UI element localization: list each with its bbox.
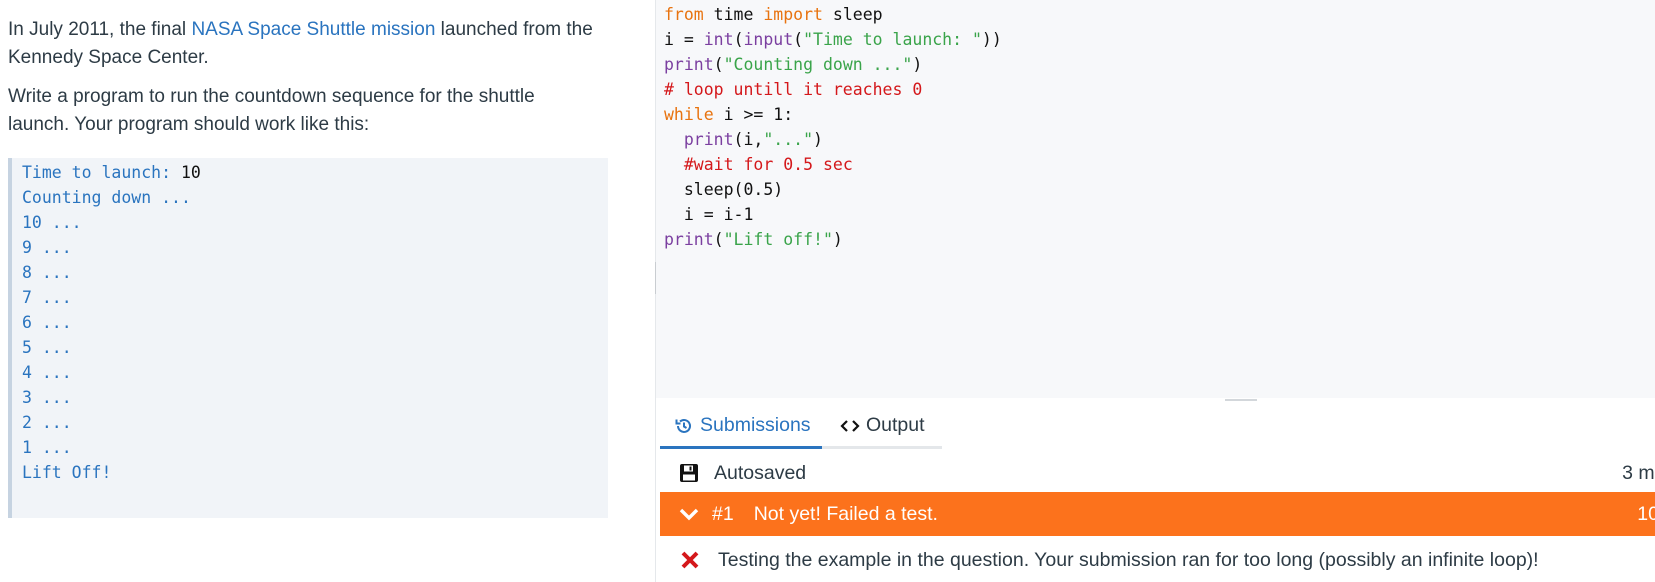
example-line: 10 ... <box>22 213 82 232</box>
example-line: 8 ... <box>22 263 72 282</box>
code-editor[interactable]: from time import sleep i = int(input("Ti… <box>656 0 1655 398</box>
example-line: 9 ... <box>22 238 72 257</box>
code-token: ) <box>912 55 923 74</box>
test-result-row: Testing the example in the question. You… <box>660 538 1655 582</box>
example-line: 4 ... <box>22 363 72 382</box>
code-token: int <box>703 30 734 49</box>
code-token: import <box>763 5 823 24</box>
code-token: #wait for 0.5 sec <box>683 155 853 174</box>
code-line[interactable]: i = int(input("Time to launch: ")) <box>664 27 1002 52</box>
history-icon <box>674 416 694 436</box>
tab-output[interactable]: Output <box>822 405 942 449</box>
code-token: print <box>664 55 714 74</box>
example-input-value: 10 <box>180 163 201 182</box>
code-line[interactable]: sleep(0.5) <box>664 177 783 202</box>
question-instructions: Write a program to run the countdown seq… <box>8 86 535 135</box>
panel-resize-handle[interactable] <box>1225 399 1257 401</box>
autosaved-row: Autosaved 3 mi <box>660 452 1655 494</box>
code-token: time <box>703 5 764 24</box>
code-icon <box>840 416 860 436</box>
code-line[interactable]: from time import sleep <box>664 2 883 27</box>
test-result-text: Testing the example in the question. You… <box>718 548 1539 571</box>
example-line: 7 ... <box>22 288 72 307</box>
save-icon <box>678 462 700 484</box>
submission-status: Not yet! Failed a test. <box>753 502 938 525</box>
example-line: 6 ... <box>22 313 72 332</box>
example-prompt: Time to launch: <box>22 163 181 182</box>
code-line[interactable]: while i >= 1: <box>664 102 793 127</box>
code-line[interactable]: # loop untill it reaches 0 <box>664 77 922 102</box>
example-prompt-line: Time to launch: 10 <box>22 160 201 185</box>
tab-submissions[interactable]: Submissions <box>660 405 822 449</box>
tab-output-label: Output <box>866 414 925 436</box>
code-token: print <box>664 230 714 249</box>
code-token: # loop untill it reaches 0 <box>664 80 923 99</box>
code-token: ) <box>813 130 823 149</box>
code-token: while <box>664 105 714 124</box>
code-token: sleep <box>822 5 883 24</box>
code-token: ) <box>832 230 843 249</box>
submission-item-failed[interactable]: #1 Not yet! Failed a test. 10 <box>660 492 1655 536</box>
code-token: ( <box>713 230 724 249</box>
code-token: "Time to launch: " <box>803 30 982 49</box>
code-token: i >= 1: <box>713 105 794 124</box>
code-token: i = <box>664 30 704 49</box>
code-token: )) <box>981 30 1002 49</box>
example-output-box: Time to launch: 10 Counting down ... 10 … <box>8 158 608 518</box>
intro-text-start: In July 2011, the final <box>8 19 192 40</box>
example-line: 1 ... <box>22 438 72 457</box>
code-line[interactable]: #wait for 0.5 sec <box>664 152 853 177</box>
autosaved-time: 3 mi <box>1622 461 1655 484</box>
tab-submissions-label: Submissions <box>700 414 811 436</box>
code-line[interactable]: print(i,"...") <box>664 127 823 152</box>
nasa-shuttle-link[interactable]: NASA Space Shuttle mission <box>191 19 435 40</box>
code-token: from <box>664 5 704 24</box>
code-token: "..." <box>763 130 814 149</box>
submission-time: 10 <box>1637 502 1655 525</box>
code-token: input <box>743 30 794 49</box>
code-token: "Counting down ..." <box>723 55 913 74</box>
example-line: Lift Off! <box>22 463 112 482</box>
chevron-down-icon[interactable] <box>678 503 700 525</box>
question-intro: In July 2011, the final NASA Space Shutt… <box>8 16 598 72</box>
code-token: ( <box>733 30 744 49</box>
code-token: (i, <box>733 130 764 149</box>
code-token: ( <box>793 30 804 49</box>
code-token: print <box>683 130 734 149</box>
example-line: 5 ... <box>22 338 72 357</box>
example-line: 2 ... <box>22 413 72 432</box>
code-line[interactable]: print("Counting down ...") <box>664 52 922 77</box>
close-icon <box>680 550 700 570</box>
submission-number: #1 <box>712 502 734 525</box>
example-line: Counting down ... <box>22 188 191 207</box>
results-tabs: Submissions Output <box>660 405 1655 449</box>
code-token: "Lift off!" <box>723 230 833 249</box>
code-line[interactable]: print("Lift off!") <box>664 227 843 252</box>
code-token: ( <box>713 55 724 74</box>
example-line: 3 ... <box>22 388 72 407</box>
autosaved-label: Autosaved <box>714 461 807 484</box>
question-panel: In July 2011, the final NASA Space Shutt… <box>0 0 620 582</box>
code-line[interactable]: i = i-1 <box>664 202 754 227</box>
